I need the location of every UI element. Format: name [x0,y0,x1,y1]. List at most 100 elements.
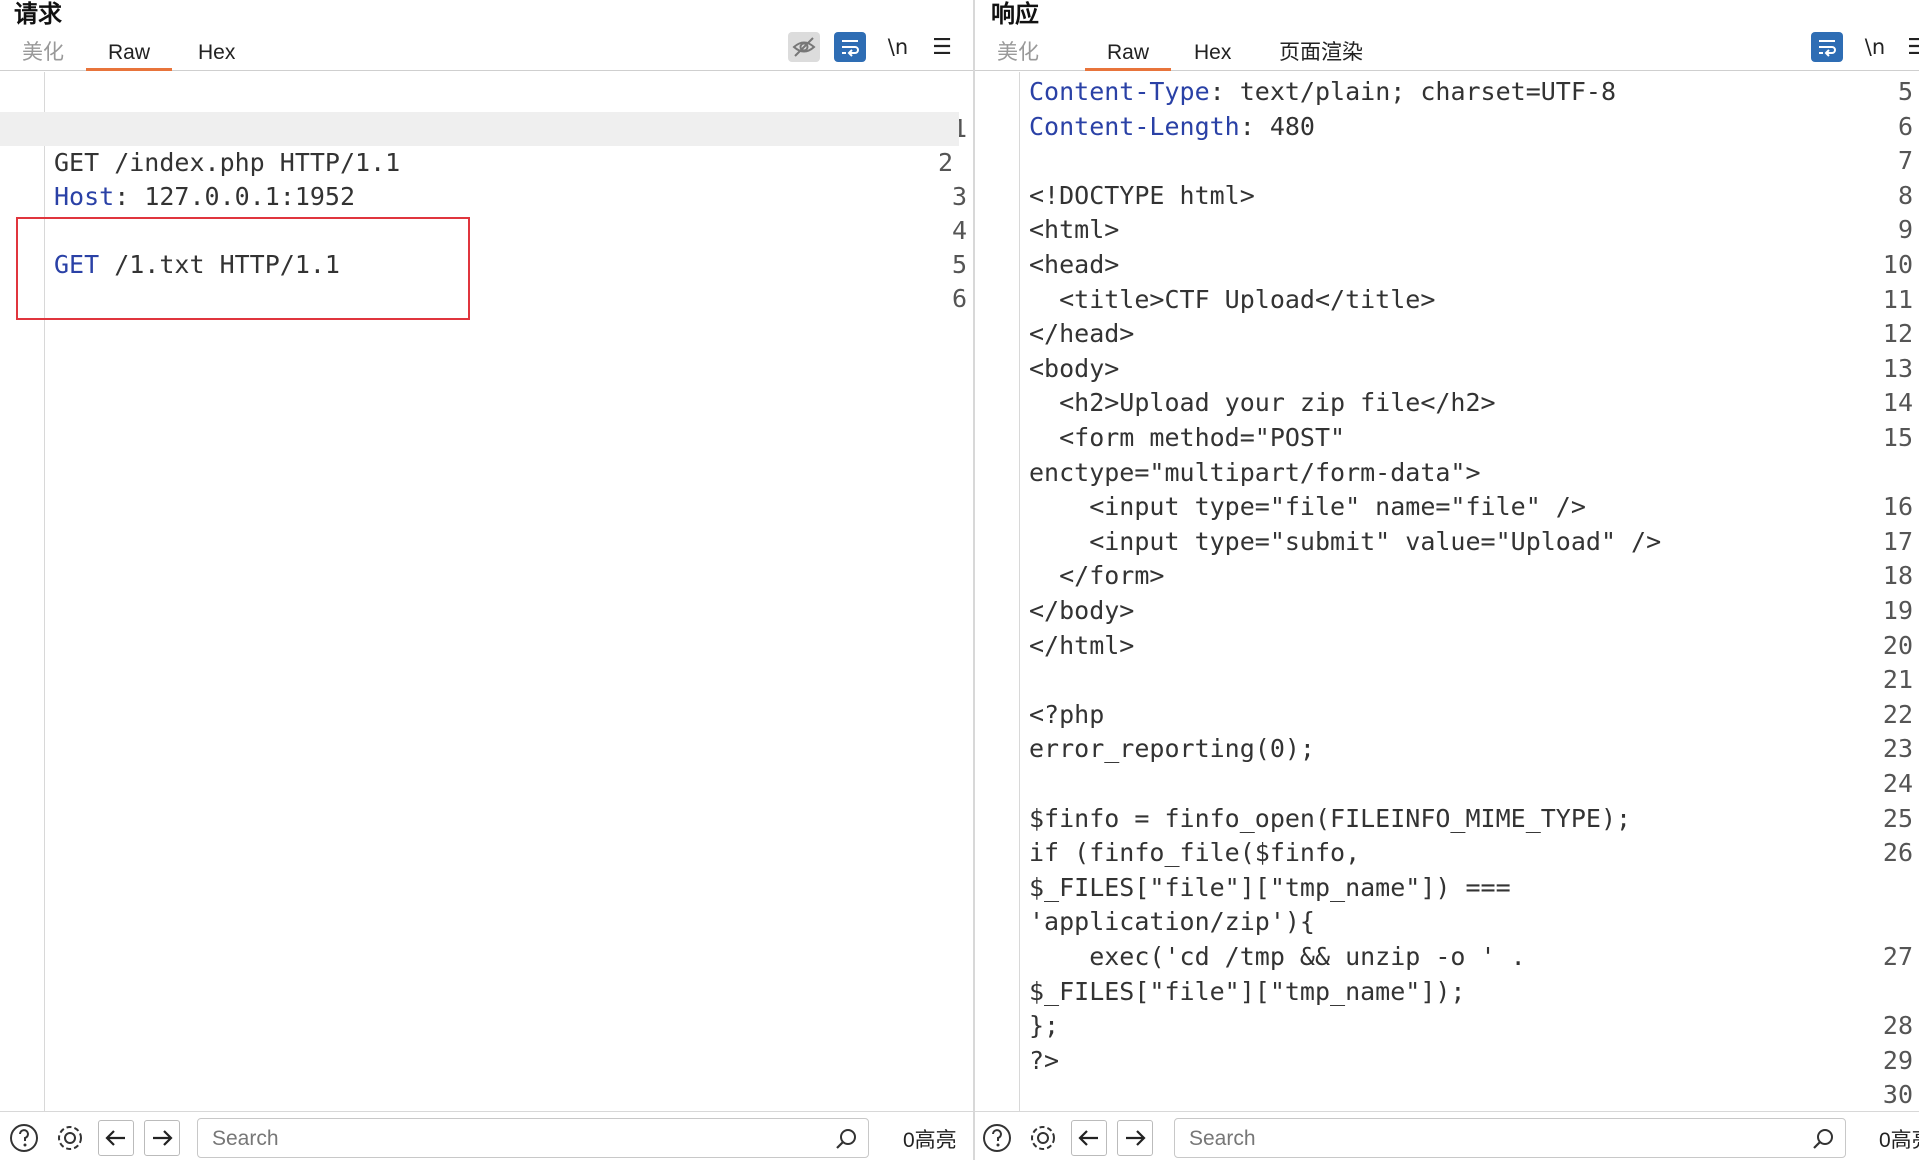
code-line: 30 [975,1078,1919,1112]
hide-eye-icon[interactable] [788,32,820,62]
response-title: 响应 [991,0,1039,28]
menu-icon[interactable]: ☰ [926,32,958,62]
arrow-left-icon[interactable] [98,1120,134,1156]
line-text: <form method="POST" [1029,421,1345,455]
search-icon[interactable] [1811,1127,1835,1156]
word-wrap-icon[interactable] [834,32,866,62]
line-text: }; [1029,1009,1059,1043]
line-number: 28 [1882,1011,1913,1041]
arrow-right-icon[interactable] [1117,1120,1153,1156]
code-line: 28}; [975,1009,1919,1043]
code-text: if (finfo_file($finfo, [1029,838,1361,868]
code-text: exec('cd /tmp && unzip -o ' . [1029,942,1526,971]
newline-toggle-button[interactable]: \n [882,32,914,62]
code-text: <?php [1029,699,1105,729]
tab-hex[interactable]: Hex [1172,38,1253,68]
search-hit-count: 0高亮 [903,1129,957,1152]
code-text: <input type="submit" value="Upload" /> [1029,526,1662,556]
newline-toggle-button[interactable]: \n [1859,32,1891,62]
line-number: 19 [1882,596,1913,625]
code-line: 'application/zip'){ [975,905,1919,939]
code-text: enctype="multipart/form-data"> [1029,457,1481,487]
line-number: 23 [1882,734,1913,764]
arrow-left-icon[interactable] [1071,1120,1107,1156]
line-text: error_reporting(0); [1029,732,1315,766]
tab-hex[interactable]: Hex [176,38,257,68]
request-tabs: 美化 Raw Hex [0,34,973,71]
code-text: </body> [1029,596,1135,625]
word-wrap-icon[interactable] [1811,32,1843,62]
request-footer: 0高亮 [0,1111,973,1160]
line-number: 20 [1882,630,1913,660]
tab-pretty[interactable]: 美化 [0,38,86,68]
code-text: </html> [1029,630,1135,660]
menu-icon[interactable]: ☰ [1901,32,1919,62]
line-number: 7 [1897,146,1913,176]
line-text: <!DOCTYPE html> [1029,179,1255,213]
line-number: 18 [1882,561,1913,591]
tab-raw[interactable]: Raw [1085,38,1172,71]
line-number: 9 [1897,215,1913,245]
line-number: 5 [1897,77,1913,106]
line-number: 6 [1897,111,1913,141]
code-text: </form> [1029,561,1165,591]
line-number: 30 [1882,1080,1913,1110]
code-line: 9 <html> [975,213,1919,247]
code-line: 12 </head> [975,317,1919,351]
help-icon[interactable] [979,1120,1015,1156]
code-text: </head> [1029,319,1135,349]
search-field[interactable] [1174,1118,1846,1158]
code-line: 6 Content-Length: 480 [975,110,1919,144]
line-number: 10 [1882,250,1913,279]
code-line: 25 $finfo = finfo_open(FILEINFO_MIME_TYPE… [975,802,1919,836]
line-text: <head> [1029,248,1119,282]
gear-icon[interactable] [52,1120,88,1156]
code-line: 2 Host: 127.0.0.1:1952 [0,112,959,211]
code-line: 16 <input type="file" name="file" /> [975,490,1919,524]
code-text: <h2>Upload your zip file</h2> [1029,388,1496,418]
code-line: 10 <head> [975,248,1919,282]
line-text: <h2>Upload your zip file</h2> [1029,386,1496,420]
code-text: $finfo = finfo_open(FILEINFO_MIME_TYPE); [1029,803,1632,833]
line-text: <input type="file" name="file" /> [1029,490,1586,524]
line-text: </head> [1029,317,1134,351]
response-pane: 响应 美化 Raw Hex 页面渲染 \n ☰ 5 Content-Type: t… [975,0,1919,1160]
arrow-right-icon[interactable] [144,1120,180,1156]
request-pane: 请求 美化 Raw Hex \n ☰ 1 GET /index.php HTTP… [0,0,973,1160]
tab-pretty[interactable]: 美化 [975,38,1061,68]
code-line: 22 <?php [975,698,1919,732]
response-tabs: 美化 Raw Hex 页面渲染 [975,34,1919,71]
code-line: 17 <input type="submit" value="Upload" /… [975,525,1919,559]
search-input[interactable] [210,1125,784,1153]
search-hit-count: 0高亮 [1879,1129,1919,1152]
code-line: $_FILES["file"]["tmp_name"]) === [975,871,1919,905]
line-text: $finfo = finfo_open(FILEINFO_MIME_TYPE); [1029,802,1631,836]
highlight-annotation-box [16,217,470,320]
search-field[interactable] [197,1118,869,1158]
tab-render[interactable]: 页面渲染 [1257,38,1385,68]
response-editor[interactable]: 5 Content-Type: text/plain; charset=UTF-8… [975,72,1919,1112]
code-text: $_FILES["file"]["tmp_name"]); [1029,976,1466,1006]
search-input[interactable] [1187,1125,1761,1153]
help-icon[interactable] [6,1120,42,1156]
code-text: <input type="file" name="file" /> [1029,492,1586,522]
line-number: 21 [1882,665,1913,695]
line-text: Content-Length: 480 [1029,110,1315,144]
line-text: Content-Type: text/plain; charset=UTF-8 [1029,75,1616,109]
header-key: Content-Type [1029,77,1210,106]
code-line: 21 [975,663,1919,697]
line-number: 29 [1882,1045,1913,1075]
line-text: $_FILES["file"]["tmp_name"]) === [1029,871,1511,905]
code-text: <form method="POST" [1029,423,1346,452]
gear-icon[interactable] [1025,1120,1061,1156]
code-line: 5 Content-Type: text/plain; charset=UTF-8 [975,75,1919,109]
search-icon[interactable] [834,1127,858,1156]
code-line: 14 <h2>Upload your zip file</h2> [975,386,1919,420]
code-text: <title>CTF Upload</title> [1029,284,1436,314]
line-text: <input type="submit" value="Upload" /> [1029,525,1661,559]
line-text: </html> [1029,629,1134,663]
line-number: 27 [1882,942,1913,971]
code-line: 3 [0,146,973,211]
request-title: 请求 [14,0,62,28]
tab-raw[interactable]: Raw [86,38,173,71]
